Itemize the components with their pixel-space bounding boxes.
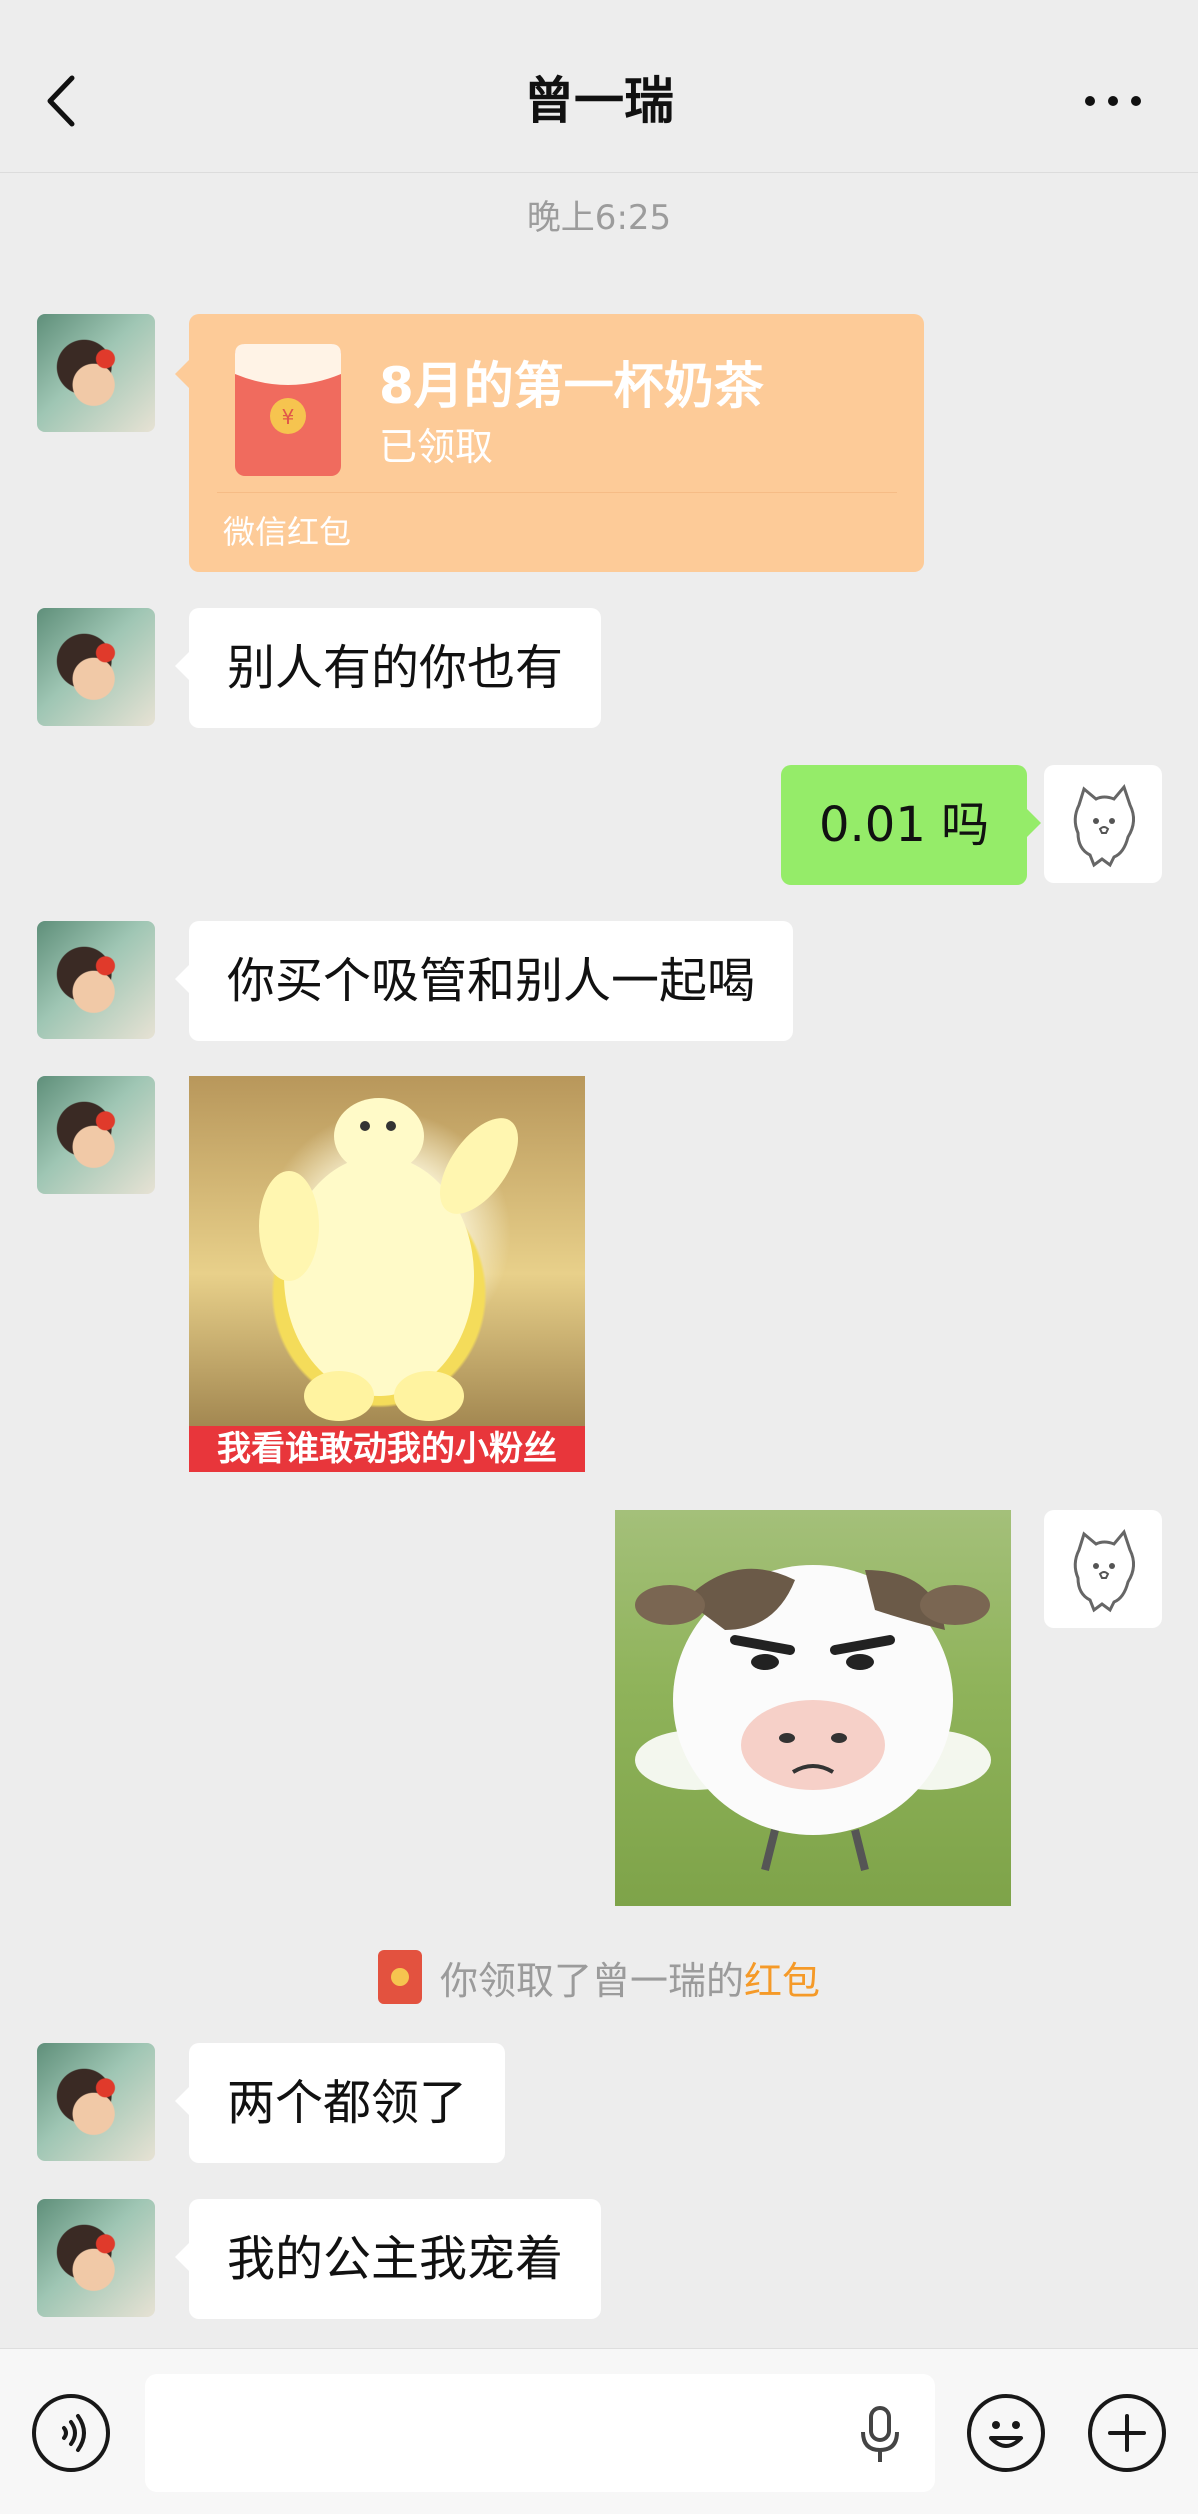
contact-avatar[interactable] (37, 608, 155, 726)
red-packet-label: 微信红包 (223, 513, 352, 551)
sticker-image[interactable]: 我看谁敢动我的小粉丝 (189, 1076, 585, 1472)
contact-avatar[interactable] (37, 2199, 155, 2317)
red-packet-title: 8月的第一杯奶茶 (379, 357, 764, 415)
contact-avatar[interactable] (37, 2043, 155, 2161)
more-button[interactable] (1080, 86, 1150, 116)
cow-sticker-illustration (635, 1565, 991, 1871)
system-message: 你领取了曾一瑞的红包 (0, 1950, 1198, 2006)
my-avatar[interactable] (1044, 765, 1162, 883)
duck-sticker-illustration (259, 1098, 519, 1421)
message-timestamp: 晚上6:25 (526, 198, 672, 238)
red-packet-mini-icon (377, 1950, 422, 2004)
contact-avatar[interactable] (37, 1076, 155, 1194)
red-packet-card[interactable]: ¥ 8月的第一杯奶茶 已领取 微信红包 (175, 314, 924, 572)
more-dots-icon (1085, 96, 1141, 106)
red-packet-divider (217, 492, 897, 493)
sticker-caption: 我看谁敢动我的小粉丝 (189, 1426, 585, 1472)
add-button[interactable] (1088, 2394, 1166, 2472)
red-packet-icon: ¥ (235, 344, 341, 476)
emoji-button[interactable] (967, 2394, 1045, 2472)
red-packet-status: 已领取 (379, 425, 494, 469)
chat-title: 曾一瑞 (524, 72, 674, 130)
red-packet-link[interactable]: 红包 (744, 1959, 820, 2003)
microphone-button[interactable] (858, 2404, 902, 2466)
system-message-text: 你领取了曾一瑞的 (439, 1959, 744, 2003)
cat-avatar-icon (1073, 1528, 1135, 1613)
voice-icon (62, 2414, 86, 2452)
message-bubble[interactable]: 我的公主我宠着 (174, 2199, 602, 2319)
message-bubble[interactable]: 0.01 吗 (781, 765, 1042, 885)
message-bubble[interactable]: 你买个吸管和别人一起喝 (174, 921, 794, 1041)
cat-avatar-icon (1073, 783, 1135, 868)
message-input[interactable] (145, 2374, 935, 2492)
my-avatar[interactable] (1044, 1510, 1162, 1628)
voice-button[interactable] (32, 2394, 110, 2472)
contact-avatar[interactable] (37, 314, 155, 432)
svg-text:¥: ¥ (282, 405, 295, 429)
microphone-icon (861, 2406, 899, 2462)
plus-icon (1108, 2414, 1146, 2452)
emoji-icon (989, 2421, 1023, 2448)
message-bubble[interactable]: 两个都领了 (174, 2043, 506, 2163)
contact-avatar[interactable] (37, 921, 155, 1039)
message-bubble[interactable]: 别人有的你也有 (174, 608, 602, 728)
sticker-image[interactable] (615, 1510, 1011, 1906)
